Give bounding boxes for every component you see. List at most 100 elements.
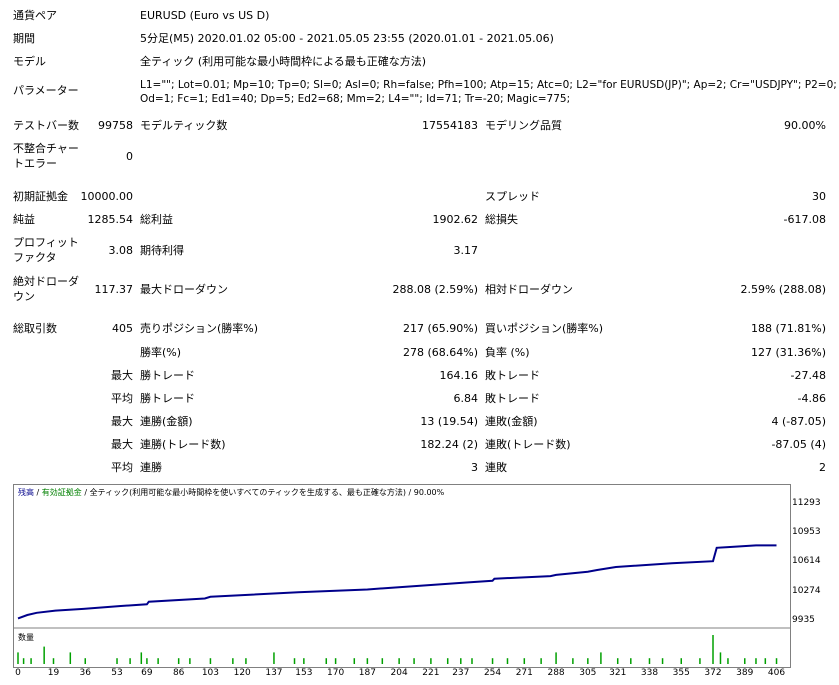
mismatch-value: 0 <box>126 150 133 163</box>
spread-value: 30 <box>812 190 826 203</box>
params-label: パラメーター <box>13 84 79 97</box>
loss-rate-value: 127 (31.36%) <box>750 346 826 359</box>
legend-equity: 有効証拠金 <box>41 488 82 497</box>
x-tick-label: 254 <box>483 668 502 678</box>
x-tick-label: 355 <box>672 668 690 678</box>
x-tick-label: 120 <box>233 668 251 678</box>
quality-value: 90.00% <box>784 119 826 132</box>
profit-factor-value: 3.08 <box>108 244 134 257</box>
abs-drawdown-value: 117.37 <box>94 283 134 296</box>
largest-win-label: 勝トレード <box>140 369 195 382</box>
balance-line <box>17 544 777 620</box>
x-tick-label: 288 <box>547 668 565 678</box>
params-line-2: Od=1; Fc=1; Ed1=40; Dp=5; Ed2=68; Mm=2; … <box>140 93 571 105</box>
quality-label: モデリング品質 <box>485 119 562 132</box>
short-positions-label: 売りポジション(勝率%) <box>140 322 259 335</box>
bars-value: 99758 <box>98 119 133 132</box>
y-tick-label: 9935 <box>792 615 815 625</box>
x-tick-label: 86 <box>172 668 185 678</box>
x-tick-label: 36 <box>79 668 91 678</box>
avg-consec-win-label: 連勝 <box>140 461 162 474</box>
volume-label: 数量 <box>18 633 34 642</box>
consec-win-amt-value: 13 (19.54) <box>420 415 478 428</box>
net-profit-value: 1285.54 <box>87 213 134 226</box>
balance-chart: 残高 / 有効証拠金 / 全ティック(利用可能な最小時間枠を使いすべてのティック… <box>13 484 791 668</box>
x-tick-label: 153 <box>295 668 313 678</box>
x-tick-label: 372 <box>704 668 722 678</box>
expected-payoff-value: 3.17 <box>453 244 479 257</box>
model-value: 全ティック (利用可能な最小時間枠による最も正確な方法) <box>140 55 427 68</box>
consec-win-trd-label: 連勝(トレード数) <box>140 438 226 451</box>
x-tick-label: 69 <box>141 668 153 678</box>
x-tick-label: 389 <box>736 668 754 678</box>
x-tick-label: 406 <box>767 668 786 678</box>
total-trades-label: 総取引数 <box>13 322 57 335</box>
x-tick-label: 103 <box>201 668 220 678</box>
net-profit-label: 純益 <box>13 213 35 226</box>
y-tick-label: 10614 <box>792 556 821 567</box>
legend-description: / 全ティック(利用可能な最小時間枠を使いすべてのティックを生成する、最も正確な… <box>81 488 445 497</box>
ticks-value: 17554183 <box>422 119 478 132</box>
largest-loss-value: -27.48 <box>790 369 826 382</box>
gross-loss-label: 総損失 <box>485 213 518 226</box>
symbol-value: EURUSD (Euro vs US D) <box>140 9 270 22</box>
legend-separator: / <box>34 488 42 497</box>
avg-consec-win-value: 3 <box>471 461 478 474</box>
chart-legend: 残高 / 有効証拠金 / 全ティック(利用可能な最小時間枠を使いすべてのティック… <box>18 487 444 499</box>
max-drawdown-value: 288.08 (2.59%) <box>392 283 478 296</box>
x-tick-label: 204 <box>390 668 408 678</box>
legend-balance: 残高 <box>18 488 34 497</box>
ticks-label: モデルティック数 <box>140 119 228 132</box>
avg-word-2: 平均 <box>111 461 133 474</box>
x-tick-label: 321 <box>609 668 627 678</box>
rel-drawdown-value: 2.59% (288.08) <box>740 283 826 296</box>
avg-win-label: 勝トレード <box>140 392 195 405</box>
avg-consec-loss-label: 連敗 <box>485 461 507 474</box>
expected-payoff-label: 期待利得 <box>140 244 184 257</box>
x-tick-label: 187 <box>358 668 376 678</box>
long-positions-value: 188 (71.81%) <box>750 322 826 335</box>
symbol-label: 通貨ペア <box>13 9 57 22</box>
loss-rate-label: 負率 (%) <box>485 346 530 359</box>
largest-loss-label: 敗トレード <box>485 369 540 382</box>
params-line-1: L1=""; Lot=0.01; Mp=10; Tp=0; Sl=0; Asl=… <box>140 79 839 91</box>
x-tick-label: 53 <box>111 668 123 678</box>
x-tick-label: 0 <box>15 668 21 678</box>
max-drawdown-label: 最大ドローダウン <box>140 283 228 296</box>
max-word-3: 最大 <box>111 438 133 451</box>
short-positions-value: 217 (65.90%) <box>402 322 478 335</box>
avg-loss-value: -4.86 <box>797 392 826 405</box>
gross-loss-value: -617.08 <box>783 213 826 226</box>
x-tick-label: 221 <box>422 668 440 678</box>
max-word-2: 最大 <box>111 415 133 428</box>
mismatch-label: 不整合チャートエラー <box>13 142 79 170</box>
consec-win-trd-value: 182.24 (2) <box>420 438 478 451</box>
x-tick-label: 338 <box>640 668 659 678</box>
profit-factor-label: プロフィットファクタ <box>13 236 79 264</box>
x-tick-label: 170 <box>327 668 345 678</box>
consec-loss-trd-label: 連敗(トレード数) <box>485 438 571 451</box>
deposit-value: 10000.00 <box>80 190 134 203</box>
max-word-1: 最大 <box>111 369 133 382</box>
total-trades-value: 405 <box>112 322 133 335</box>
long-positions-label: 買いポジション(勝率%) <box>485 322 604 335</box>
abs-drawdown-label: 絶対ドローダウン <box>13 275 79 303</box>
consec-loss-amt-value: 4 (-87.05) <box>771 415 826 428</box>
avg-word-1: 平均 <box>111 392 133 405</box>
y-tick-label: 10274 <box>792 585 821 596</box>
x-tick-label: 137 <box>265 668 283 678</box>
x-tick-label: 271 <box>515 668 533 678</box>
largest-win-value: 164.16 <box>439 369 479 382</box>
gross-profit-value: 1902.62 <box>432 213 479 226</box>
y-tick-label: 10953 <box>792 527 821 538</box>
y-tick-label: 11293 <box>792 497 821 508</box>
avg-consec-loss-value: 2 <box>819 461 826 474</box>
model-label: モデル <box>13 55 46 68</box>
period-value: 5分足(M5) 2020.01.02 05:00 - 2021.05.05 23… <box>140 32 554 45</box>
consec-loss-amt-label: 連敗(金額) <box>485 415 538 428</box>
win-rate-value: 278 (68.64%) <box>402 346 478 359</box>
x-tick-label: 237 <box>452 668 470 678</box>
period-label: 期間 <box>13 32 35 45</box>
win-rate-label: 勝率(%) <box>140 346 182 359</box>
consec-win-amt-label: 連勝(金額) <box>140 415 193 428</box>
